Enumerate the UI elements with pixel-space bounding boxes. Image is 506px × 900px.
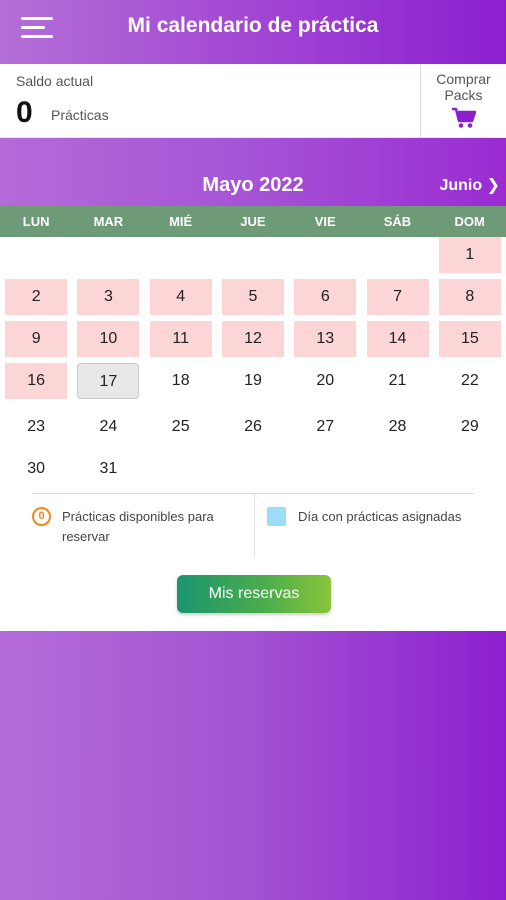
weekday-sun: DOM bbox=[454, 214, 485, 229]
day-cell-8[interactable]: 8 bbox=[438, 279, 501, 315]
next-month-label: Junio bbox=[439, 177, 483, 194]
day-cell-13[interactable]: 13 bbox=[294, 321, 357, 357]
day-cell-29[interactable]: 29 bbox=[439, 409, 501, 445]
top-app-bar: Mi calendario de práctica bbox=[0, 0, 506, 64]
day-cell-18[interactable]: 18 bbox=[150, 363, 212, 399]
day-cell-11[interactable]: 11 bbox=[149, 321, 212, 357]
balance-unit: Prácticas bbox=[51, 107, 109, 123]
day-cell-27[interactable]: 27 bbox=[294, 409, 356, 445]
next-month-button[interactable]: Junio ❯ bbox=[439, 175, 500, 195]
day-cell-5[interactable]: 5 bbox=[222, 279, 284, 315]
balance-count: 0 bbox=[16, 96, 33, 129]
day-cell-26[interactable]: 26 bbox=[222, 409, 284, 445]
day-cell-9[interactable]: 9 bbox=[5, 321, 68, 357]
day-cell-28[interactable]: 28 bbox=[367, 409, 429, 445]
day-cell-15[interactable]: 15 bbox=[438, 321, 501, 357]
day-cell-22[interactable]: 22 bbox=[439, 363, 501, 399]
my-reservations-button[interactable]: Mis reservas bbox=[177, 575, 331, 613]
calendar-header: Mayo 2022 Junio ❯ bbox=[0, 138, 506, 206]
balance-label: Saldo actual bbox=[16, 73, 94, 89]
chevron-right-icon: ❯ bbox=[486, 177, 500, 194]
day-cell-31[interactable]: 31 bbox=[77, 451, 139, 487]
legend: 0 Prácticas disponibles para reservar Dí… bbox=[32, 493, 474, 558]
day-cell-24[interactable]: 24 bbox=[77, 409, 139, 445]
day-cell-10[interactable]: 10 bbox=[77, 321, 140, 357]
day-cell-7[interactable]: 7 bbox=[366, 279, 429, 315]
assigned-swatch-icon bbox=[267, 507, 286, 526]
legend-divider bbox=[254, 494, 255, 558]
buy-packs-button[interactable]: Comprar Packs bbox=[420, 64, 506, 138]
cart-icon bbox=[451, 107, 476, 128]
day-cell-4[interactable]: 4 bbox=[149, 279, 212, 315]
buy-label-2: Packs bbox=[444, 87, 483, 103]
day-cell-12[interactable]: 12 bbox=[222, 321, 284, 357]
day-cell-2[interactable]: 2 bbox=[5, 279, 68, 315]
legend-available-text: Prácticas disponibles para reservar bbox=[62, 509, 214, 544]
weekday-thu: JUE bbox=[240, 214, 266, 229]
month-title: Mayo 2022 bbox=[202, 174, 304, 196]
available-badge-icon: 0 bbox=[32, 507, 51, 526]
weekday-mon: LUN bbox=[22, 214, 50, 229]
day-cell-19[interactable]: 19 bbox=[222, 363, 284, 399]
weekday-header: LUN MAR MIÉ JUE VIE SÁB DOM bbox=[0, 206, 506, 237]
day-cell-6[interactable]: 6 bbox=[294, 279, 357, 315]
day-cell-20[interactable]: 20 bbox=[294, 363, 356, 399]
day-cell-16[interactable]: 16 bbox=[5, 363, 68, 399]
weekday-fri: VIE bbox=[314, 214, 336, 229]
page-title: Mi calendario de práctica bbox=[127, 14, 379, 37]
calendar: Mayo 2022 Junio ❯ LUN MAR MIÉ JUE VIE SÁ… bbox=[0, 138, 506, 631]
day-cell-23[interactable]: 23 bbox=[5, 409, 67, 445]
day-cell-30[interactable]: 30 bbox=[5, 451, 67, 487]
day-cell-14[interactable]: 14 bbox=[366, 321, 429, 357]
buy-label-1: Comprar bbox=[436, 71, 491, 87]
day-cell-25[interactable]: 25 bbox=[150, 409, 212, 445]
weekday-sat: SÁB bbox=[383, 214, 412, 229]
day-cell-3[interactable]: 3 bbox=[77, 279, 140, 315]
weekday-wed: MIÉ bbox=[169, 214, 193, 229]
weekday-tue: MAR bbox=[93, 214, 124, 229]
day-cell-1[interactable]: 1 bbox=[438, 237, 501, 273]
day-cell-21[interactable]: 21 bbox=[367, 363, 429, 399]
legend-assigned-text: Día con prácticas asignadas bbox=[298, 509, 462, 524]
balance-panel: Saldo actual 0 Prácticas Comprar Packs bbox=[0, 64, 506, 138]
day-cell-17[interactable]: 17 bbox=[77, 363, 140, 399]
